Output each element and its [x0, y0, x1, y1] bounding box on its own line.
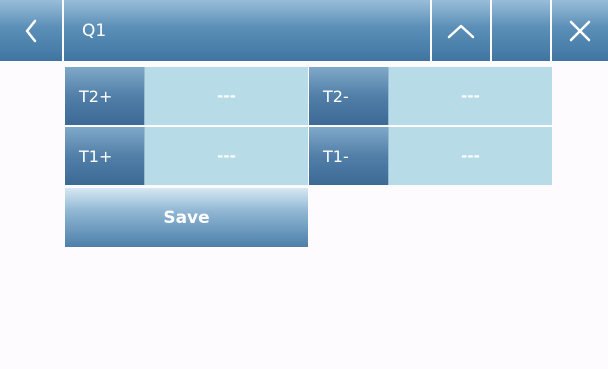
t2-minus-label[interactable]: T2-	[309, 67, 389, 125]
save-button-label: Save	[163, 207, 210, 228]
back-button[interactable]	[0, 0, 62, 61]
t1-plus-label[interactable]: T1+	[65, 127, 145, 185]
t1-minus-value[interactable]: ---	[389, 127, 552, 185]
t1-minus-value-text: ---	[461, 147, 480, 165]
title-bar: Q1	[64, 0, 430, 61]
t2-plus-value[interactable]: ---	[145, 67, 308, 125]
t2-minus-value-text: ---	[461, 87, 480, 105]
t2-plus-label-text: T2+	[79, 86, 113, 106]
screen: Q1 T2+ --- T2- --- T1+ --- T1- --- Save	[0, 0, 608, 369]
chevron-left-icon	[0, 0, 62, 61]
t1-minus-label[interactable]: T1-	[309, 127, 389, 185]
scroll-up-button[interactable]	[432, 0, 490, 61]
t1-minus-label-text: T1-	[323, 146, 349, 166]
t1-plus-label-text: T1+	[79, 146, 113, 166]
close-button[interactable]	[552, 0, 608, 61]
t2-minus-label-text: T2-	[323, 86, 349, 106]
chevron-up-icon	[432, 0, 490, 61]
save-button[interactable]: Save	[65, 188, 308, 247]
t2-plus-label[interactable]: T2+	[65, 67, 145, 125]
t1-plus-value-text: ---	[217, 147, 236, 165]
t2-plus-value-text: ---	[217, 87, 236, 105]
t1-plus-value[interactable]: ---	[145, 127, 308, 185]
blank-header-button[interactable]	[492, 0, 550, 61]
t2-minus-value[interactable]: ---	[389, 67, 552, 125]
page-title: Q1	[82, 21, 107, 41]
close-icon	[552, 0, 608, 61]
